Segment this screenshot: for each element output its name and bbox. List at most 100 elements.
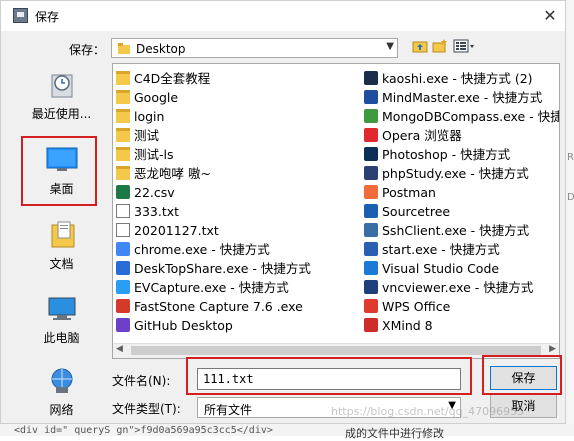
network-icon — [51, 368, 73, 393]
start-icon — [364, 242, 378, 256]
folder-icon — [116, 147, 130, 161]
file-name: login — [134, 109, 165, 124]
file-name: DeskTopShare.exe - 快捷方式 — [134, 261, 311, 276]
file-name: Visual Studio Code — [382, 261, 500, 276]
file-name: C4D全套教程 — [134, 71, 211, 86]
file-list-item[interactable]: GitHub Desktop — [116, 316, 361, 335]
file-list-item[interactable]: Visual Studio Code — [364, 259, 559, 278]
file-list-item[interactable]: kaoshi.exe - 快捷方式 (2) — [364, 69, 559, 88]
file-list-item[interactable]: EVCapture.exe - 快捷方式 — [116, 278, 361, 297]
save-in-value: Desktop — [136, 42, 186, 56]
chrome-icon — [116, 242, 130, 256]
wps-icon — [364, 299, 378, 313]
file-list-item[interactable]: phpStudy.exe - 快捷方式 — [364, 164, 559, 183]
save-in-dropdown[interactable]: Desktop ▼ — [111, 38, 398, 58]
places-bar: 最近使用... 桌面 文档 此电脑 网络 — [22, 63, 101, 417]
file-list-item[interactable]: 测试-ls — [116, 145, 361, 164]
file-list-item[interactable]: Postman — [364, 183, 559, 202]
background-glyph: R — [567, 152, 574, 163]
file-list-column: kaoshi.exe - 快捷方式 (2) MindMaster.exe - 快捷… — [364, 69, 560, 335]
file-name: WPS Office — [382, 299, 451, 314]
file-name: vncviewer.exe - 快捷方式 — [382, 280, 534, 295]
file-name: MongoDBCompass.exe - 快捷 — [382, 109, 560, 124]
vscode-icon — [364, 261, 378, 275]
file-list-item[interactable]: Sourcetree — [364, 202, 559, 221]
file-name: GitHub Desktop — [134, 318, 233, 333]
file-list-item[interactable]: 测试 — [116, 126, 361, 145]
file-name: 22.csv — [134, 185, 175, 200]
desktopshare-icon — [116, 261, 130, 275]
file-list-item[interactable]: WPS Office — [364, 297, 559, 316]
file-list-item[interactable]: vncviewer.exe - 快捷方式 — [364, 278, 559, 297]
file-list-item[interactable]: C4D全套教程 — [116, 69, 361, 88]
place-label: 文档 — [49, 257, 74, 271]
file-list-item[interactable]: Photoshop - 快捷方式 — [364, 145, 559, 164]
up-folder-button[interactable] — [411, 39, 428, 55]
new-folder-button[interactable] — [431, 39, 448, 55]
place-documents[interactable]: 文档 — [22, 213, 101, 285]
file-list-item[interactable]: 333.txt — [116, 202, 361, 221]
up-folder-icon — [412, 41, 427, 53]
file-name: Opera 浏览器 — [382, 128, 462, 143]
folder-icon — [116, 90, 130, 104]
file-list-column: C4D全套教程 Google login 测试测试-ls 恶龙咆哮 嗷~ 22.csv 33… — [116, 69, 361, 335]
sourcetree-icon — [364, 204, 378, 218]
file-list-item[interactable]: 恶龙咆哮 嗷~ — [116, 164, 361, 183]
faststone-icon — [116, 299, 130, 313]
file-list-item[interactable]: FastStone Capture 7.6 .exe — [116, 297, 361, 316]
close-icon: ✕ — [543, 6, 557, 25]
save-dialog: 保存 ✕ 保存： Desktop ▼ 最近使用... 桌面 文档 此电脑 网络 … — [0, 0, 566, 424]
view-menu-button[interactable] — [452, 39, 476, 55]
file-name: 测试-ls — [134, 147, 174, 162]
file-name: 测试 — [134, 128, 160, 143]
place-network[interactable]: 网络 — [22, 359, 101, 431]
file-list-item[interactable]: chrome.exe - 快捷方式 — [116, 240, 361, 259]
title-bar[interactable]: 保存 ✕ — [1, 1, 565, 31]
place-desktop[interactable]: 桌面 — [22, 138, 101, 210]
file-list-item[interactable]: MindMaster.exe - 快捷方式 — [364, 88, 559, 107]
file-list-item[interactable]: MongoDBCompass.exe - 快捷 — [364, 107, 560, 126]
place-recent[interactable]: 最近使用... — [22, 63, 101, 135]
file-list-item[interactable]: login — [116, 107, 361, 126]
file-name: chrome.exe - 快捷方式 — [134, 242, 270, 257]
filetype-label: 文件类型(T): — [112, 402, 181, 416]
file-name: start.exe - 快捷方式 — [382, 242, 500, 257]
postman-icon — [364, 185, 378, 199]
scroll-right-icon[interactable]: ▶ — [549, 344, 556, 354]
file-icon — [116, 204, 130, 218]
folder-icon — [118, 43, 130, 54]
file-list-item[interactable]: 22.csv — [116, 183, 361, 202]
background-glyph: D — [567, 192, 574, 203]
file-list-item[interactable]: start.exe - 快捷方式 — [364, 240, 559, 259]
file-name: Sourcetree — [382, 204, 451, 219]
horizontal-scrollbar[interactable]: ◀ ▶ — [113, 343, 559, 358]
vnc-icon — [364, 280, 378, 294]
close-button[interactable]: ✕ — [539, 5, 561, 27]
file-name: Google — [134, 90, 179, 105]
file-list-item[interactable]: Google — [116, 88, 361, 107]
place-label: 最近使用... — [31, 107, 92, 121]
file-list[interactable]: C4D全套教程 Google login 测试测试-ls 恶龙咆哮 嗷~ 22.csv 33… — [112, 63, 560, 359]
file-list-item[interactable]: XMind 8 — [364, 316, 559, 335]
place-this-pc[interactable]: 此电脑 — [22, 287, 101, 359]
scroll-left-icon[interactable]: ◀ — [116, 344, 123, 354]
place-label: 网络 — [49, 403, 74, 417]
file-list-item[interactable]: SshClient.exe - 快捷方式 — [364, 221, 559, 240]
filename-input[interactable]: 111.txt — [197, 368, 461, 390]
file-name: MindMaster.exe - 快捷方式 — [382, 90, 543, 105]
file-name: EVCapture.exe - 快捷方式 — [134, 280, 289, 295]
file-name: Postman — [382, 185, 436, 200]
file-list-item[interactable]: 20201127.txt — [116, 221, 361, 240]
file-list-item[interactable]: DeskTopShare.exe - 快捷方式 — [116, 259, 361, 278]
save-in-label: 保存： — [69, 43, 106, 57]
save-button[interactable]: 保存 — [490, 366, 557, 390]
excel-icon — [116, 185, 130, 199]
file-list-item[interactable]: Opera 浏览器 — [364, 126, 559, 145]
scrollbar-thumb[interactable] — [131, 346, 541, 355]
folder-icon — [116, 166, 130, 180]
folder-icon — [116, 71, 130, 85]
opera-icon — [364, 128, 378, 142]
github-icon — [116, 318, 130, 332]
place-label: 此电脑 — [43, 331, 80, 345]
chevron-down-icon: ▼ — [386, 41, 394, 52]
